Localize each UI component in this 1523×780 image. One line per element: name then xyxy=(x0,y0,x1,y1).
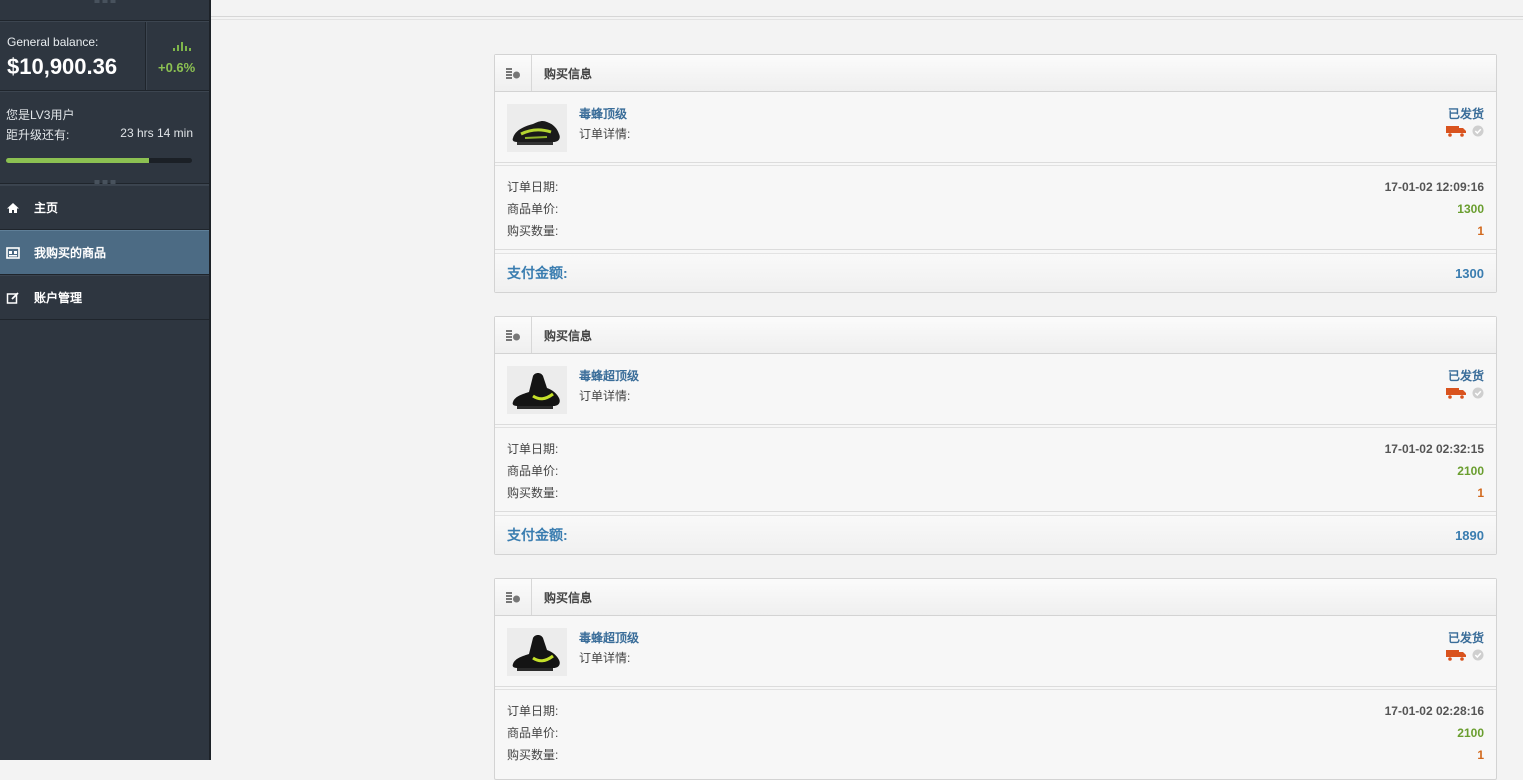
order-date-value: 17-01-02 02:28:16 xyxy=(1384,704,1484,718)
unit-price-value: 2100 xyxy=(1457,726,1484,740)
product-image xyxy=(507,628,567,676)
order-status: 已发货 xyxy=(1447,107,1484,121)
order-card: 购买信息 毒蜂顶级 订单详情: 已发货 订单日期: 17-01-02 12:09:… xyxy=(494,54,1497,293)
top-bar xyxy=(211,0,1523,20)
order-date-label: 订单日期: xyxy=(507,704,559,718)
card-header: 购买信息 xyxy=(495,579,1496,616)
upgrade-progress-bar xyxy=(6,158,192,163)
store-icon xyxy=(6,246,20,259)
unit-price-label: 商品单价: xyxy=(507,464,559,478)
coins-icon xyxy=(506,330,520,341)
quantity-label: 购买数量: xyxy=(507,748,559,762)
sidebar-handle[interactable] xyxy=(94,180,115,184)
nav-item-label: 账户管理 xyxy=(34,291,83,305)
card-title: 购买信息 xyxy=(544,590,593,605)
order-date-value: 17-01-02 02:32:15 xyxy=(1384,442,1484,456)
order-status: 已发货 xyxy=(1447,631,1484,645)
upgrade-time: 23 hrs 14 min xyxy=(120,126,193,140)
upgrade-label: 距升级还有: xyxy=(6,128,70,142)
nav-item-account[interactable]: 账户管理 xyxy=(0,275,209,320)
product-row: 毒蜂超顶级 订单详情: 已发货 xyxy=(495,616,1496,690)
product-row: 毒蜂顶级 订单详情: 已发货 xyxy=(495,92,1496,166)
sidebar-nav: 主页 我购买的商品 账户管理 xyxy=(0,184,209,320)
check-circle-icon xyxy=(1472,125,1484,137)
sidebar: General balance: $10,900.36 +0.6% 您是LV3用… xyxy=(0,0,211,760)
check-circle-icon xyxy=(1472,387,1484,399)
product-image xyxy=(507,366,567,414)
order-card: 购买信息 毒蜂超顶级 订单详情: 已发货 订单日期: 17-01-02 02:32… xyxy=(494,316,1497,555)
truck-icon xyxy=(1446,388,1466,399)
payment-label: 支付金额: xyxy=(507,527,568,543)
quantity-label: 购买数量: xyxy=(507,224,559,238)
order-date-label: 订单日期: xyxy=(507,180,559,194)
edit-icon xyxy=(6,291,19,304)
order-date-label: 订单日期: xyxy=(507,442,559,456)
product-image xyxy=(507,104,567,152)
nav-item-home[interactable]: 主页 xyxy=(0,185,209,230)
order-details: 订单日期: 17-01-02 02:32:15 商品单价: 2100 购买数量: 1 xyxy=(495,429,1496,512)
truck-icon xyxy=(1446,126,1466,137)
order-status: 已发货 xyxy=(1447,369,1484,383)
card-title: 购买信息 xyxy=(544,66,593,81)
product-row: 毒蜂超顶级 订单详情: 已发货 xyxy=(495,354,1496,428)
quantity-label: 购买数量: xyxy=(507,486,559,500)
level-widget: 您是LV3用户 距升级还有: 23 hrs 14 min xyxy=(0,91,209,184)
unit-price-value: 2100 xyxy=(1457,464,1484,478)
payment-value: 1890 xyxy=(1455,527,1484,543)
nav-item-label: 主页 xyxy=(34,201,59,215)
quantity-value: 1 xyxy=(1477,486,1484,500)
nav-item-my-purchases[interactable]: 我购买的商品 xyxy=(0,230,209,275)
card-header: 购买信息 xyxy=(495,55,1496,92)
card-title: 购买信息 xyxy=(544,328,593,343)
sparkline-icon xyxy=(173,41,191,51)
payment-total: 支付金额: 1890 xyxy=(495,515,1496,554)
order-card: 购买信息 毒蜂超顶级 订单详情: 已发货 订单日期: 17-01-02 02:28… xyxy=(494,578,1497,780)
truck-icon xyxy=(1446,650,1466,661)
order-detail-label: 订单详情: xyxy=(579,389,631,403)
coins-icon xyxy=(506,592,520,603)
upgrade-progress-fill xyxy=(6,158,150,163)
level-text: 您是LV3用户 xyxy=(6,108,75,122)
coins-icon xyxy=(506,68,520,79)
payment-value: 1300 xyxy=(1455,265,1484,281)
order-detail-label: 订单详情: xyxy=(579,651,631,665)
home-icon xyxy=(7,202,19,213)
card-header: 购买信息 xyxy=(495,317,1496,354)
product-name-link[interactable]: 毒蜂顶级 xyxy=(579,105,627,122)
quantity-value: 1 xyxy=(1477,748,1484,762)
quantity-value: 1 xyxy=(1477,224,1484,238)
balance-widget: General balance: $10,900.36 +0.6% xyxy=(0,21,209,91)
order-date-value: 17-01-02 12:09:16 xyxy=(1384,180,1484,194)
order-detail-label: 订单详情: xyxy=(579,127,631,141)
payment-total: 支付金额: 1300 xyxy=(495,253,1496,292)
balance-change: +0.6% xyxy=(158,60,196,75)
unit-price-label: 商品单价: xyxy=(507,726,559,740)
nav-item-label: 我购买的商品 xyxy=(34,246,107,260)
balance-value: $10,900.36 xyxy=(7,54,118,79)
payment-label: 支付金额: xyxy=(507,265,568,281)
unit-price-label: 商品单价: xyxy=(507,202,559,216)
product-name-link[interactable]: 毒蜂超顶级 xyxy=(579,367,639,384)
balance-label: General balance: xyxy=(7,35,99,49)
check-circle-icon xyxy=(1472,649,1484,661)
order-details: 订单日期: 17-01-02 12:09:16 商品单价: 1300 购买数量: 1 xyxy=(495,167,1496,250)
product-name-link[interactable]: 毒蜂超顶级 xyxy=(579,629,639,646)
unit-price-value: 1300 xyxy=(1457,202,1484,216)
order-details: 订单日期: 17-01-02 02:28:16 商品单价: 2100 购买数量: 1 xyxy=(495,691,1496,773)
sidebar-top-handle xyxy=(0,0,209,21)
